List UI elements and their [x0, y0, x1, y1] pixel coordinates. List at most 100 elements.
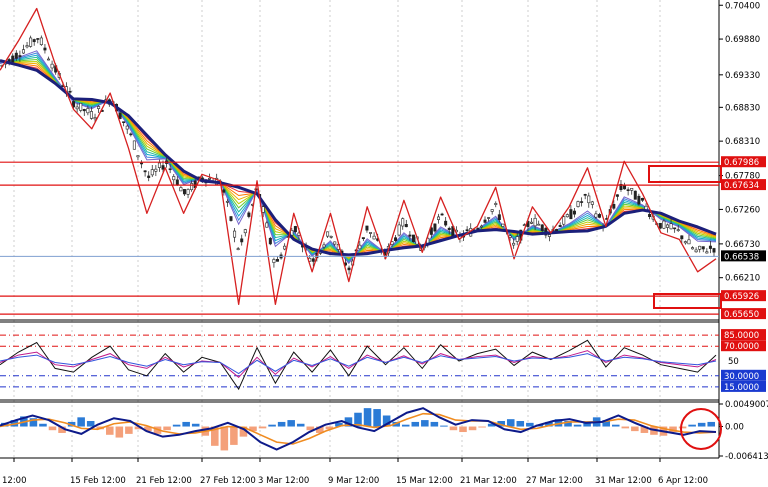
- candle-body: [247, 212, 251, 217]
- candle-body: [161, 165, 165, 170]
- candle-body: [79, 102, 83, 111]
- level-tag-label: 0.65926: [724, 292, 759, 302]
- macd-bar: [449, 426, 458, 431]
- candle-body: [179, 187, 183, 192]
- macd-bar: [39, 423, 47, 427]
- trading-chart[interactable]: 0.67986 0.67634 0.65926 0.65650 0.66538 0.70…: [0, 0, 768, 487]
- candle-body: [583, 194, 587, 196]
- candle-body: [293, 226, 297, 233]
- candle-body: [68, 91, 72, 93]
- macd-bar: [277, 421, 286, 427]
- macd-tick-label: 0.0049007: [725, 400, 768, 410]
- time-tick-label: 21 Mar 12:00: [460, 476, 517, 486]
- macd-bar: [506, 419, 515, 427]
- price-tick-label: 0.67260: [725, 205, 760, 215]
- candle-body: [483, 219, 487, 223]
- macd-bar: [163, 426, 171, 431]
- candle-body: [140, 162, 144, 165]
- candle-body: [397, 224, 401, 236]
- candle-body: [154, 168, 158, 172]
- candle-body: [186, 189, 190, 195]
- candle-body: [122, 121, 126, 123]
- candle-body: [229, 216, 233, 221]
- candle-body: [497, 214, 501, 221]
- candle-body: [233, 230, 237, 238]
- time-tick-label: 6 Apr 12:00: [658, 476, 708, 486]
- candle-body: [665, 224, 669, 228]
- level-tag-label: 0.67986: [724, 158, 759, 168]
- candle-body: [143, 170, 147, 173]
- candle-body: [590, 201, 594, 205]
- candle-body: [222, 189, 226, 193]
- macd-bar: [478, 426, 486, 428]
- candle-body: [394, 237, 398, 241]
- price-tick-label: 0.68830: [725, 103, 760, 113]
- macd-bar: [268, 424, 276, 427]
- candle-body: [691, 247, 695, 250]
- candle-body: [243, 229, 247, 234]
- macd-tick-label: 0.00: [725, 423, 744, 433]
- macd-bar: [611, 424, 620, 427]
- candle-body: [365, 225, 369, 231]
- candle-body: [633, 190, 637, 200]
- candle-body: [437, 216, 441, 220]
- candle-body: [283, 245, 287, 250]
- candle-body: [97, 106, 101, 109]
- macd-bar: [220, 426, 229, 451]
- time-tick-label: 31 Mar 12:00: [595, 476, 652, 486]
- macd-bar: [573, 424, 582, 427]
- macd-bar: [363, 408, 372, 427]
- candle-body: [615, 194, 619, 197]
- candle-body: [687, 239, 691, 245]
- macd-bar: [296, 423, 305, 427]
- candle-body: [515, 236, 519, 242]
- candle-body: [411, 234, 415, 243]
- candle-body: [175, 179, 179, 186]
- macd-bar: [172, 424, 181, 427]
- macd-bar: [468, 426, 477, 431]
- time-tick-label: 27 Feb 12:00: [200, 476, 256, 486]
- macd-bar: [287, 420, 295, 427]
- candle-body: [322, 244, 326, 248]
- time-tick-label: 12:00: [2, 476, 27, 486]
- time-tick-label: 3 Mar 12:00: [258, 476, 309, 486]
- candle-body: [29, 37, 33, 47]
- price-tick-label: 0.69880: [725, 35, 760, 45]
- candle-body: [533, 217, 537, 227]
- rsi-mid-label: 50: [728, 357, 739, 367]
- candle-body: [465, 229, 469, 231]
- candle-body: [268, 237, 272, 245]
- candle-body: [147, 175, 151, 178]
- candle-body: [132, 140, 136, 150]
- candle-body: [182, 189, 186, 195]
- macd-bar: [373, 409, 381, 427]
- candle-body: [676, 229, 680, 231]
- candle-body: [447, 227, 451, 230]
- candle-body: [150, 169, 154, 176]
- candle-body: [479, 225, 483, 228]
- time-tick-label: 15 Mar 12:00: [396, 476, 453, 486]
- price-tick-label: 0.66730: [725, 240, 760, 250]
- rsi-level-label: 70.0000: [724, 342, 759, 352]
- candle-body: [440, 213, 444, 216]
- candle-body: [93, 117, 97, 120]
- candle-body: [329, 236, 333, 238]
- level-tag-label: 0.67634: [724, 181, 759, 191]
- candle-body: [658, 222, 662, 229]
- candle-body: [272, 259, 276, 263]
- candle-body: [404, 224, 408, 228]
- rsi-level-label: 30.0000: [724, 372, 759, 382]
- macd-bar: [430, 421, 439, 427]
- candle-body: [86, 108, 90, 114]
- candle-body: [236, 248, 240, 250]
- candle-body: [326, 231, 330, 237]
- candle-body: [21, 49, 25, 54]
- candle-body: [701, 246, 705, 250]
- candle-body: [572, 210, 576, 215]
- macd-bar: [678, 426, 687, 429]
- candle-body: [673, 227, 677, 230]
- candle-body: [39, 37, 43, 45]
- macd-bar: [421, 420, 429, 427]
- candle-body: [275, 259, 279, 262]
- candle-body: [576, 201, 580, 207]
